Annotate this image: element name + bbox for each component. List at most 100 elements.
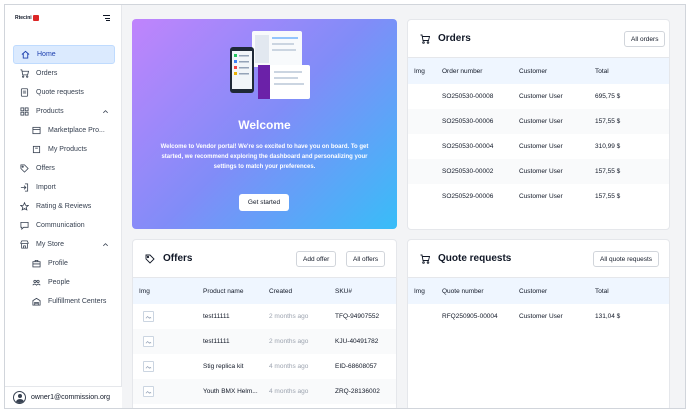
table-row[interactable]: SO250530-00004 Customer User 310,99 $ [408,134,669,159]
order-total: 157,55 $ [595,168,621,175]
image-placeholder-icon [143,311,154,322]
offer-created: 4 months ago [269,363,309,370]
sidebar-item-products[interactable]: Products [13,102,115,121]
storefront-icon [19,240,29,250]
sidebar-item-label: Orders [36,70,58,77]
sidebar-item-import[interactable]: Import [13,178,115,197]
add-offer-button[interactable]: Add offer [296,251,337,267]
cart-icon [420,34,430,44]
cart-icon [19,69,29,79]
table-row[interactable]: Stig replica kit 4 months ago EID-686080… [133,354,396,379]
logo-text: Rtecini [15,15,32,21]
sidebar-item-label: Import [36,184,56,191]
quote-icon [19,88,29,98]
grid-icon [19,107,29,117]
offers-title: Offers [163,253,193,264]
column-header: Order number [442,67,483,75]
table-row[interactable]: SO250529-00006 Customer User 157,55 $ [408,184,669,209]
chevron-up-icon[interactable] [102,108,109,115]
table-row[interactable]: test11111 2 months ago KJU-40491782 [133,329,396,354]
column-header: Product name [203,287,244,295]
column-header: Created [269,287,293,295]
offer-created: 4 months ago [269,388,309,395]
order-total: 695,75 $ [595,93,621,100]
table-row[interactable]: RFQ250905-00004 Customer User 131,04 $ [408,304,669,329]
app-window: Rtecini Home Orders Quote requests Produ… [4,4,686,409]
order-customer: Customer User [519,93,563,100]
quote-total: 131,04 $ [595,313,621,320]
table-row[interactable]: test11111 2 months ago TFQ-94907552 [133,304,396,329]
sidebar-item-rating-reviews[interactable]: Rating & Reviews [13,197,115,216]
offer-product-name: Youth BMX Helm... [203,388,258,395]
sidebar-item-communication[interactable]: Communication [13,216,115,235]
column-header: Img [414,67,425,75]
quote-customer: Customer User [519,313,563,320]
avatar-icon [13,391,26,404]
chevron-up-icon[interactable] [102,241,109,248]
column-header: Quote number [442,287,484,295]
get-started-button[interactable]: Get started [239,194,289,211]
offer-created: 2 months ago [269,338,309,345]
sidebar-item-label: My Store [36,241,65,248]
offer-product-name: test11111 [203,338,230,345]
column-header: Customer [519,287,548,295]
offers-card: Offers Add offer All offers Img Product … [132,239,397,408]
all-offers-button[interactable]: All offers [346,251,386,267]
sidebar-item-marketplace-products[interactable]: Marketplace Pro... [13,121,115,140]
user-profile-bar[interactable]: owner1@commission.org [5,386,122,408]
quotes-table-header: Img Quote number Customer Total [408,277,669,304]
offer-sku: TFQ-94907552 [335,313,380,320]
quote-requests-card: Quote requests All quote requests Img Qu… [407,239,670,408]
offer-created: 2 months ago [269,313,309,320]
welcome-text: Welcome to Vendor portal! We're so excit… [160,144,369,170]
box-icon [31,145,41,155]
offer-sku: EID-68608057 [335,363,377,370]
sidebar-item-my-products[interactable]: My Products [13,140,115,159]
chat-icon [19,221,29,231]
cart-icon [420,254,430,264]
sidebar-item-quote-requests[interactable]: Quote requests [13,83,115,102]
sidebar-item-home[interactable]: Home [13,45,115,64]
sidebar-item-label: Quote requests [36,89,84,96]
table-row[interactable]: SO250530-00002 Customer User 157,55 $ [408,159,669,184]
table-row[interactable]: Youth BMX Helm... 4 months ago ZRQ-28136… [133,379,396,404]
sidebar-item-label: My Products [48,146,87,153]
welcome-title: Welcome [238,118,291,132]
offer-sku: ZRQ-28136002 [335,388,380,395]
sidebar-item-my-store[interactable]: My Store [13,235,115,254]
sidebar-item-label: Products [36,108,64,115]
sidebar-item-people[interactable]: People [13,273,115,292]
sidebar-item-label: Profile [48,260,68,267]
orders-title: Orders [438,33,471,44]
column-header: Total [595,287,609,295]
sidebar-item-offers[interactable]: Offers [13,159,115,178]
tag-icon [145,254,155,264]
all-orders-button[interactable]: All orders [624,31,666,47]
menu-toggle-icon[interactable] [103,15,110,21]
sidebar-item-fulfillment-centers[interactable]: Fulfillment Centers [13,292,115,311]
order-total: 157,55 $ [595,193,621,200]
sidebar-item-orders[interactable]: Orders [13,64,115,83]
sidebar-item-profile[interactable]: Profile [13,254,115,273]
sidebar: Rtecini Home Orders Quote requests Produ… [5,5,122,408]
order-customer: Customer User [519,143,563,150]
order-customer: Customer User [519,168,563,175]
image-placeholder-icon [143,361,154,372]
sidebar-item-label: Offers [36,165,55,172]
order-customer: Customer User [519,118,563,125]
offer-product-name: Stig replica kit [203,363,244,370]
table-row[interactable]: SO250530-00006 Customer User 157,55 $ [408,109,669,134]
logo-mark-icon [32,15,39,21]
offer-sku: KJU-40491782 [335,338,379,345]
all-quote-requests-button[interactable]: All quote requests [593,251,660,267]
welcome-banner: Welcome Welcome to Vendor portal! We're … [132,19,397,229]
image-placeholder-icon [143,386,154,397]
tag-icon [19,164,29,174]
order-total: 310,99 $ [595,143,621,150]
column-header: Customer [519,67,548,75]
table-row[interactable]: SO250530-00008 Customer User 695,75 $ [408,84,669,109]
column-header: Total [595,67,609,75]
order-number: SO250529-00006 [442,193,494,200]
sidebar-item-label: People [48,279,70,286]
offers-table-header: Img Product name Created SKU# [133,277,396,304]
